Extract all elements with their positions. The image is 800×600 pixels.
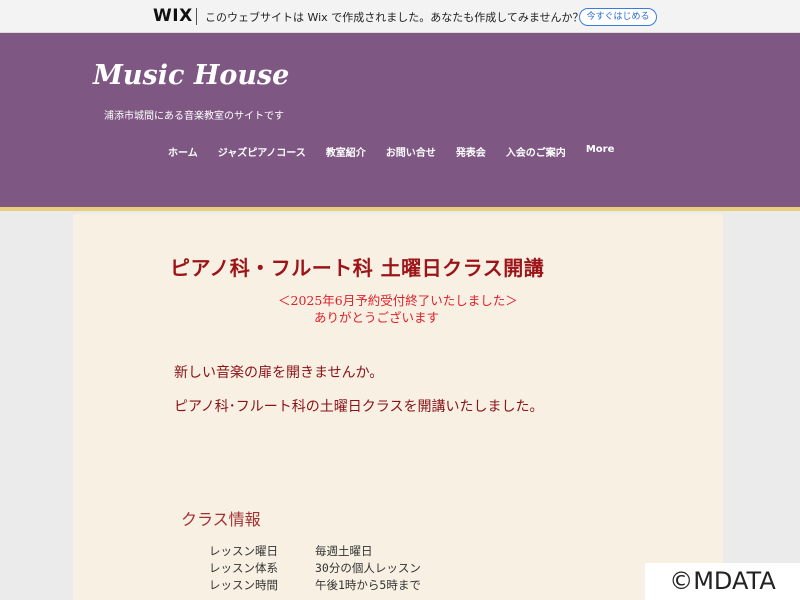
class-info-row: レッスン曜日 毎週土曜日 — [209, 543, 421, 560]
class-info-label: レッスン時間 — [209, 578, 278, 592]
notice-line-2: ありがとうございます — [314, 310, 440, 325]
wix-divider — [196, 8, 197, 25]
class-info-label: レッスン曜日 — [209, 544, 278, 558]
class-info-value: 30分の個人レッスン — [315, 561, 421, 575]
nav-item-jazz-piano[interactable]: ジャズピアノコース — [218, 144, 306, 159]
class-info-value: 午後1時から5時まで — [315, 578, 421, 592]
class-info-list: レッスン曜日 毎週土曜日 レッスン体系 30分の個人レッスン レッスン時間 午後1時か… — [209, 543, 421, 594]
site-title[interactable]: Music House — [93, 60, 289, 91]
copyright-watermark: ©MDATA — [645, 563, 800, 600]
wix-banner-text: このウェブサイトは Wix で作成されました。あなたも作成してみませんか？ — [205, 11, 584, 24]
intro-paragraph-1: 新しい音楽の扉を開きませんか。 — [174, 365, 384, 381]
class-info-label: レッスン体系 — [209, 561, 278, 575]
intro-paragraph-2: ピアノ科･フルート科の土曜日クラスを開講いたしました。 — [174, 399, 544, 415]
start-now-button[interactable]: 今すぐはじめる — [579, 8, 657, 26]
main-nav: ホーム ジャズピアノコース 教室紹介 お問い合せ 発表会 入会のご案内 More — [168, 144, 634, 159]
nav-item-enrollment[interactable]: 入会のご案内 — [506, 144, 566, 159]
nav-item-about[interactable]: 教室紹介 — [326, 144, 366, 159]
class-info-row: レッスン体系 30分の個人レッスン — [209, 560, 421, 577]
class-info-title: クラス情報 — [181, 510, 261, 529]
nav-item-recital[interactable]: 発表会 — [456, 144, 486, 159]
class-info-value: 毎週土曜日 — [315, 544, 373, 558]
nav-item-more[interactable]: More — [586, 144, 615, 159]
wix-logo: WIX — [153, 6, 193, 26]
nav-item-contact[interactable]: お問い合せ — [386, 144, 436, 159]
site-subtitle: 浦添市城間にある音楽教室のサイトです — [104, 111, 284, 122]
class-info-row: レッスン時間 午後1時から5時まで — [209, 577, 421, 594]
nav-item-home[interactable]: ホーム — [168, 144, 198, 159]
wix-banner[interactable]: WIX このウェブサイトは Wix で作成されました。あなたも作成してみませんか… — [0, 0, 800, 33]
page-heading: ピアノ科・フルート科 土曜日クラス開講 — [170, 256, 545, 280]
